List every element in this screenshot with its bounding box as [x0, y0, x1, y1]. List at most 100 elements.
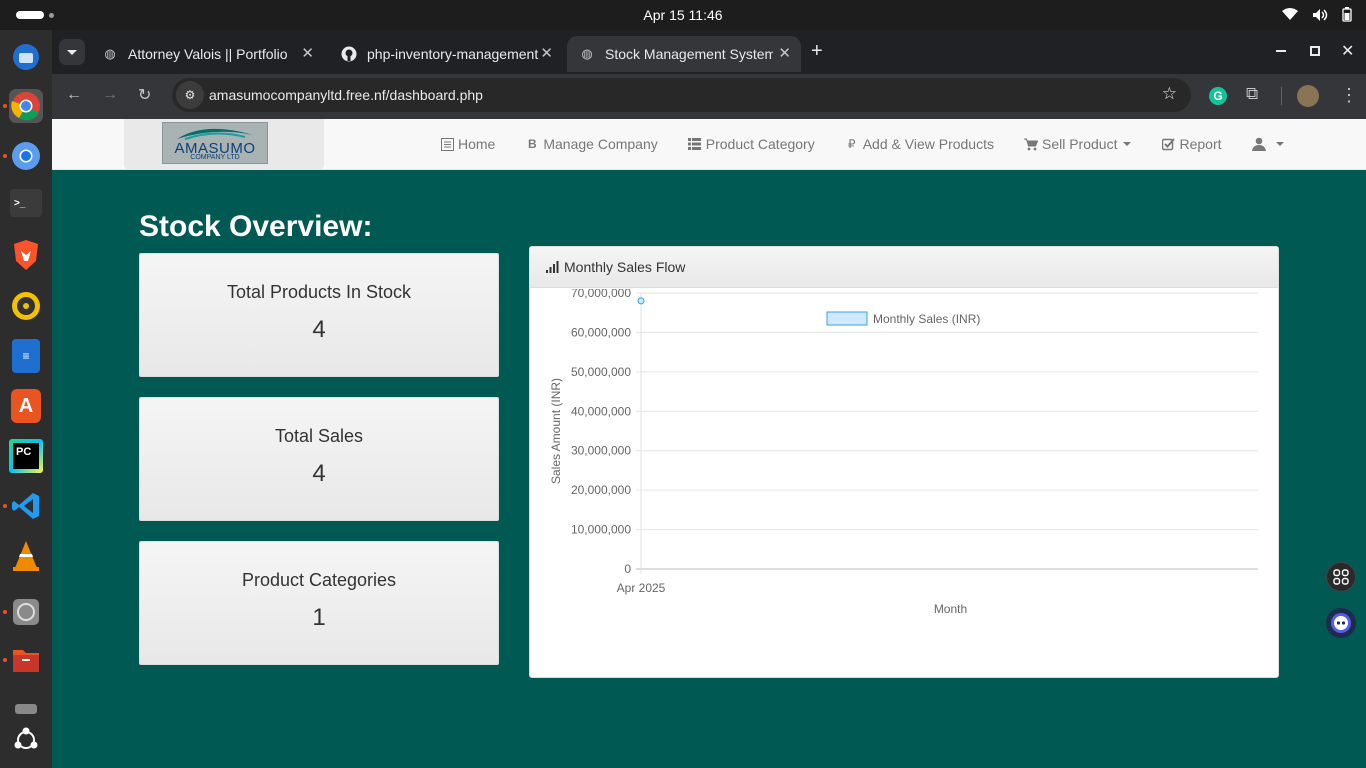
cart-icon: [1023, 137, 1038, 151]
grammarly-icon[interactable]: G: [1209, 87, 1227, 105]
stat-label: Total Products In Stock: [226, 282, 412, 302]
assistant-bot-button[interactable]: [1326, 608, 1356, 638]
trash-icon[interactable]: [9, 690, 43, 724]
brave-icon[interactable]: [9, 238, 43, 272]
site-info-icon[interactable]: ⚙: [176, 81, 204, 109]
stat-card-categories: Product Categories 1: [139, 541, 499, 665]
tab-title: Stock Management System: [605, 46, 773, 62]
y-tick-label: 10,000,000: [571, 523, 631, 537]
tab-title: Attorney Valois || Portfolio: [128, 46, 288, 62]
url-text[interactable]: amasumocompanyltd.free.nf/dashboard.php: [209, 87, 483, 103]
site-navbar: AMASUMO COMPANY LTD Home B Manage Company…: [52, 119, 1366, 170]
brand[interactable]: AMASUMO COMPANY LTD: [124, 119, 324, 169]
tab-attorney-valois[interactable]: ◍ Attorney Valois || Portfolio ✕: [90, 36, 324, 72]
volume-icon: [1313, 8, 1328, 21]
maximize-button[interactable]: [1310, 46, 1320, 56]
caret-down-icon: [1123, 142, 1132, 146]
window-close-button[interactable]: ✕: [1341, 41, 1354, 61]
y-tick-label: 50,000,000: [571, 365, 631, 379]
apps-grid-button[interactable]: [1326, 562, 1356, 592]
close-icon[interactable]: ✕: [301, 44, 314, 62]
pushpin-icon: ₽: [847, 137, 856, 151]
vlc-icon[interactable]: [9, 539, 43, 573]
minimize-button[interactable]: [1276, 50, 1286, 52]
bookmark-star-icon[interactable]: ☆: [1162, 84, 1177, 104]
user-icon: [1251, 137, 1266, 151]
rhythmbox-icon[interactable]: [9, 289, 43, 323]
address-bar[interactable]: ⚙ amasumocompanyltd.free.nf/dashboard.ph…: [172, 78, 1191, 112]
y-tick-label: 60,000,000: [571, 325, 631, 339]
chevron-down-icon: [67, 49, 77, 55]
nav-report[interactable]: Report: [1146, 119, 1236, 169]
tab-strip: ◍ Attorney Valois || Portfolio ✕ php-inv…: [52, 30, 1366, 74]
stat-label: Product Categories: [241, 570, 397, 590]
nav-sell-product[interactable]: Sell Product: [1009, 119, 1146, 169]
more-menu-icon[interactable]: ⋮: [1340, 85, 1358, 106]
nav-manage-company[interactable]: B Manage Company: [510, 119, 672, 169]
extensions-icon[interactable]: ⧉: [1246, 84, 1258, 104]
x-tick-label: Apr 2025: [617, 581, 666, 595]
disk-app-icon[interactable]: [3, 595, 43, 629]
dock: >_ ≡ A PC: [0, 30, 52, 768]
files-icon[interactable]: [3, 643, 43, 677]
data-point: [637, 297, 645, 305]
page-title: Stock Overview:: [139, 210, 373, 243]
nav-product-category[interactable]: Product Category: [673, 119, 830, 169]
y-tick-label: 20,000,000: [571, 483, 631, 497]
nav-user-menu[interactable]: [1237, 119, 1299, 169]
chrome-icon[interactable]: [3, 89, 43, 123]
nav-report-label: Report: [1179, 136, 1222, 152]
legend-swatch: [826, 311, 868, 326]
github-icon: [341, 46, 357, 62]
stat-value: 4: [312, 316, 326, 343]
stat-value: 1: [312, 604, 326, 631]
libreoffice-writer-icon[interactable]: ≡: [12, 339, 40, 373]
sales-chart: Monthly Sales (INR) 0 10,000,000 20,000,000…: [549, 289, 1258, 616]
toolbar-divider: [1281, 87, 1282, 105]
avatar[interactable]: [1297, 85, 1319, 107]
browser-toolbar: ← → ↻ ⚙ amasumocompanyltd.free.nf/dashbo…: [52, 74, 1366, 119]
bold-b-icon: B: [528, 137, 537, 151]
reload-icon[interactable]: ↻: [138, 85, 151, 105]
browser-window: ◍ Attorney Valois || Portfolio ✕ php-inv…: [52, 30, 1366, 119]
globe-icon: ◍: [104, 46, 116, 61]
close-icon[interactable]: ✕: [540, 44, 553, 62]
main-nav: Home B Manage Company Product Category ₽ A…: [434, 119, 1299, 169]
app-center-icon[interactable]: A: [11, 389, 41, 423]
chart-panel: Monthly Sales Flow Monthly Sales (INR) 0 1…: [529, 246, 1279, 678]
stat-card-sales: Total Sales 4: [139, 397, 499, 521]
tab-stock-management[interactable]: ◍ Stock Management System ✕: [567, 36, 801, 72]
tab-search-button[interactable]: [59, 39, 85, 65]
web-page: AMASUMO COMPANY LTD Home B Manage Company…: [52, 119, 1366, 768]
nav-home[interactable]: Home: [434, 119, 510, 169]
grid-icon: [1333, 569, 1349, 585]
new-tab-button[interactable]: +: [811, 40, 823, 63]
system-tray[interactable]: [1282, 7, 1352, 22]
chart-panel-title: Monthly Sales Flow: [564, 259, 686, 275]
thunderbird-icon[interactable]: [9, 40, 43, 74]
logo-subtext: COMPANY LTD: [190, 154, 240, 161]
pycharm-icon[interactable]: PC: [9, 439, 43, 473]
x-axis-title: Month: [934, 602, 967, 616]
stat-label: Total Sales: [274, 426, 364, 446]
logo-swoosh-icon: [177, 128, 253, 140]
terminal-icon[interactable]: >_: [10, 189, 42, 217]
company-logo[interactable]: AMASUMO COMPANY LTD: [162, 122, 268, 164]
chromium-icon[interactable]: [3, 139, 43, 173]
system-top-bar: Apr 15 11:46: [0, 0, 1366, 30]
system-clock[interactable]: Apr 15 11:46: [0, 7, 1366, 23]
tab-php-inventory[interactable]: php-inventory-management ✕: [329, 36, 563, 72]
y-tick-label: 70,000,000: [571, 289, 631, 300]
nav-add-view-products[interactable]: ₽ Add & View Products: [830, 119, 1009, 169]
back-icon[interactable]: ←: [66, 86, 82, 104]
forward-icon[interactable]: →: [102, 86, 118, 104]
stat-card-products: Total Products In Stock 4: [139, 253, 499, 377]
vscode-icon[interactable]: [3, 489, 43, 523]
tab-title: php-inventory-management: [367, 46, 539, 62]
show-apps-icon[interactable]: [9, 723, 43, 757]
y-axis-title: Sales Amount (INR): [549, 378, 563, 484]
nav-manage-company-label: Manage Company: [543, 136, 658, 152]
nav-add-view-products-label: Add & View Products: [862, 136, 994, 152]
close-icon[interactable]: ✕: [778, 44, 791, 62]
stat-value: 4: [312, 460, 326, 487]
